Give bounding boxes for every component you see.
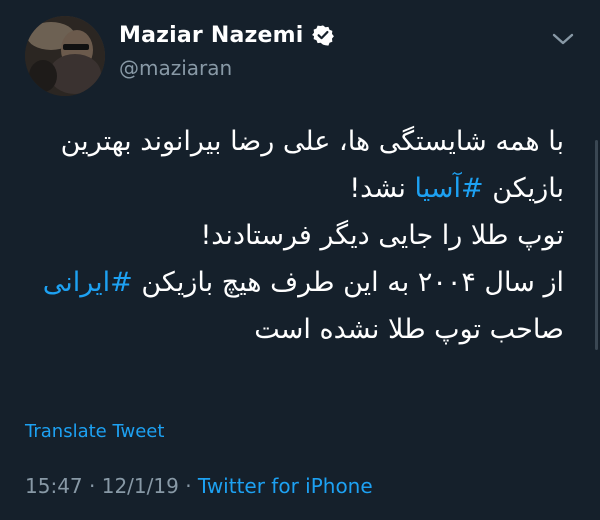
author-block: Maziar Nazemi @maziaran bbox=[119, 20, 334, 80]
tweet-text-segment: توپ طلا را جایی دیگر فرستادند! bbox=[200, 220, 564, 251]
tweet-text-line: از سال ۲۰۰۴ به این طرف هیچ بازیکن #ایران… bbox=[24, 259, 564, 306]
tweet-text-segment: از سال ۲۰۰۴ به این طرف هیچ بازیکن bbox=[132, 267, 564, 298]
scrollbar[interactable] bbox=[594, 0, 600, 520]
verified-badge-icon bbox=[311, 24, 334, 46]
chevron-down-icon[interactable] bbox=[550, 30, 576, 48]
hashtag-link[interactable]: #آسیا bbox=[415, 173, 484, 204]
hashtag-link[interactable]: #ایرانی bbox=[43, 267, 133, 298]
avatar[interactable] bbox=[25, 16, 105, 96]
tweet-time[interactable]: 15:47 bbox=[25, 474, 83, 498]
tweet-date[interactable]: 12/1/19 bbox=[102, 474, 179, 498]
scrollbar-thumb[interactable] bbox=[595, 140, 598, 350]
tweet-text-line: بازیکن #آسیا نشد! bbox=[24, 165, 564, 212]
tweet-text-segment: صاحب توپ طلا نشده است bbox=[254, 314, 564, 345]
tweet-text: با همه شایستگی ها، علی رضا بیرانوند بهتر… bbox=[24, 118, 564, 353]
tweet-text-line: صاحب توپ طلا نشده است bbox=[24, 306, 564, 353]
author-handle[interactable]: @maziaran bbox=[119, 56, 334, 80]
tweet-source-link[interactable]: Twitter for iPhone bbox=[198, 474, 373, 498]
meta-separator: · bbox=[89, 474, 96, 498]
display-name[interactable]: Maziar Nazemi bbox=[119, 23, 304, 48]
tweet-text-segment: بازیکن bbox=[483, 173, 564, 204]
tweet-card: Maziar Nazemi @maziaran با همه شایستگی ه… bbox=[0, 0, 600, 520]
tweet-text-line: توپ طلا را جایی دیگر فرستادند! bbox=[24, 212, 564, 259]
tweet-meta: 15:47 · 12/1/19 · Twitter for iPhone bbox=[25, 474, 373, 498]
tweet-text-line: با همه شایستگی ها، علی رضا بیرانوند بهتر… bbox=[24, 118, 564, 165]
meta-separator: · bbox=[185, 474, 192, 498]
tweet-text-segment: با همه شایستگی ها، علی رضا بیرانوند بهتر… bbox=[60, 126, 564, 157]
name-row: Maziar Nazemi bbox=[119, 20, 334, 50]
translate-tweet-link[interactable]: Translate Tweet bbox=[25, 421, 164, 442]
tweet-text-segment: نشد! bbox=[349, 173, 415, 204]
